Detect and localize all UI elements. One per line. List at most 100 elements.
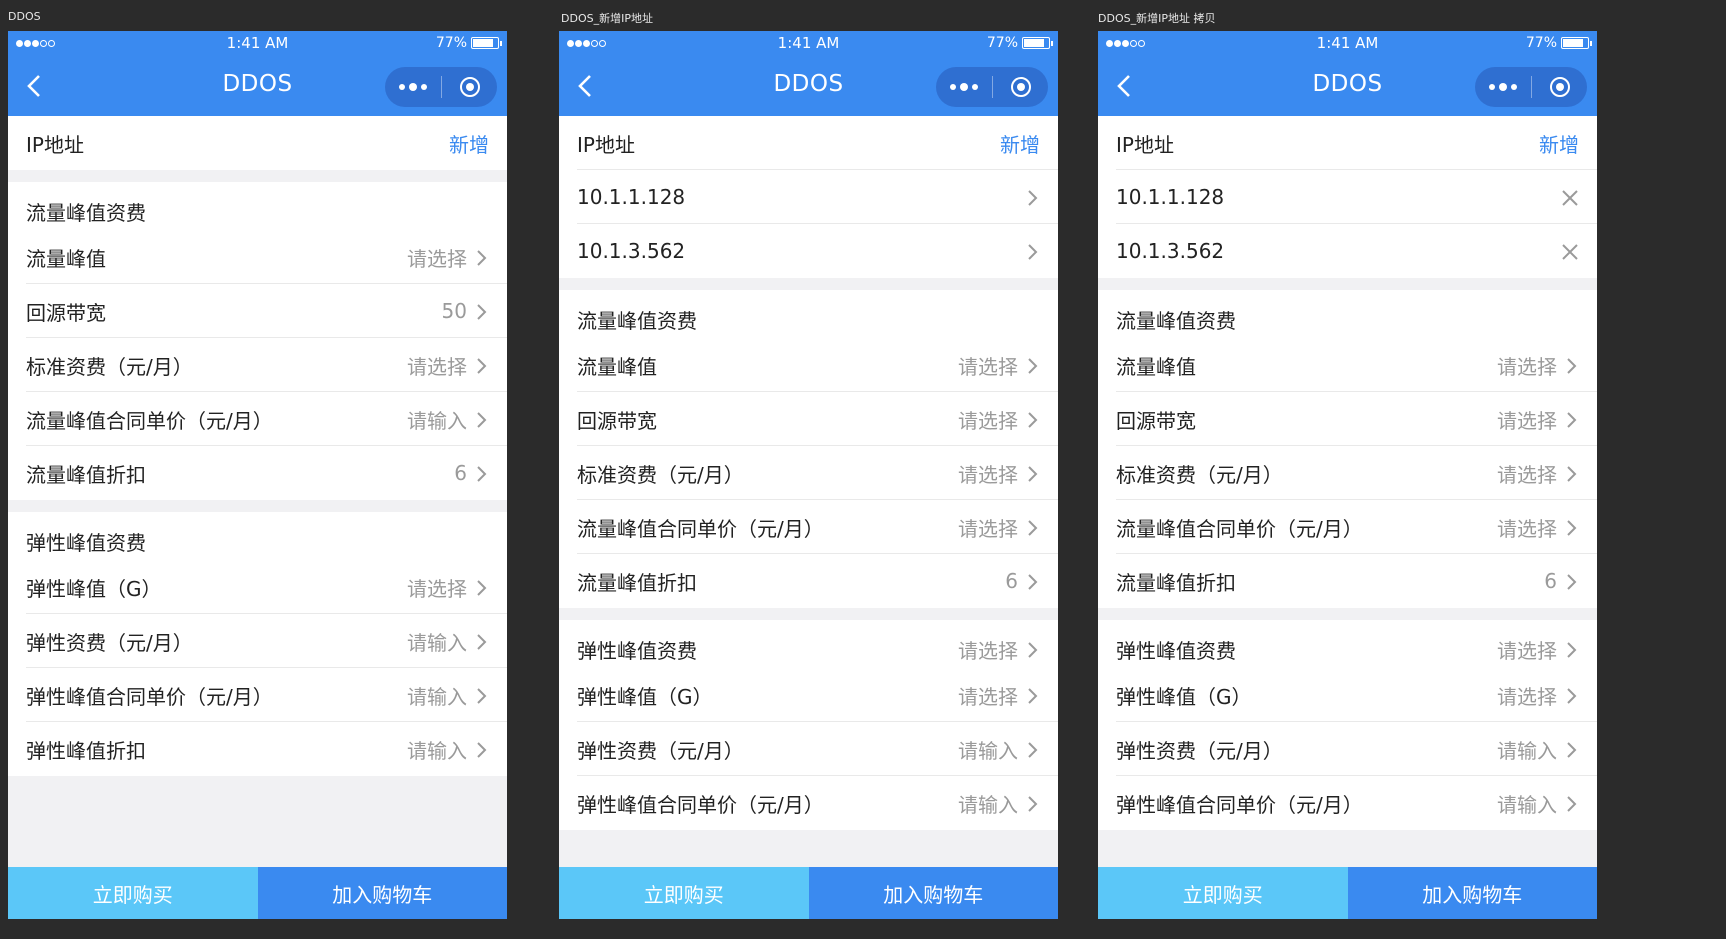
form-row[interactable]: 流量峰值 请选择 — [559, 338, 1058, 392]
battery-percent: 77% — [986, 35, 1018, 51]
status-bar: 1:41 AM 77% — [1098, 31, 1597, 55]
add-to-cart-button[interactable]: 加入购物车 — [808, 867, 1058, 919]
more-icon[interactable] — [1475, 67, 1531, 107]
back-arrow-icon[interactable] — [1114, 73, 1136, 99]
form-row[interactable]: 标准资费（元/月） 请选择 — [8, 338, 507, 392]
back-arrow-icon[interactable] — [575, 73, 597, 99]
ip-list-item[interactable]: 10.1.1.128 — [1098, 170, 1597, 224]
form-row[interactable]: 弹性资费（元/月） 请输入 — [1098, 722, 1597, 776]
phone-screen: 1:41 AM 77% DDOS — [1098, 31, 1597, 919]
app-header: 1:41 AM 77% DDOS — [559, 31, 1058, 116]
close-miniprogram-icon[interactable] — [1532, 67, 1587, 107]
form-row[interactable]: 流量峰值合同单价（元/月） 请输入 — [8, 392, 507, 446]
ip-section: IP地址 新增 10.1.1.128 10.1.3.562 — [1098, 116, 1597, 278]
form-row[interactable]: 流量峰值合同单价（元/月） 请选择 — [559, 500, 1058, 554]
close-icon[interactable] — [1561, 188, 1579, 206]
row-value-text: 请选择 — [407, 576, 467, 601]
form-row[interactable]: 弹性峰值折扣 请输入 — [8, 722, 507, 776]
form-row[interactable]: 标准资费（元/月） 请选择 — [559, 446, 1058, 500]
form-row[interactable]: 流量峰值折扣 6 — [1098, 554, 1597, 608]
form-row[interactable]: 流量峰值 请选择 — [8, 230, 507, 284]
form-content: IP地址 新增 流量峰值资费 流量峰值 请选择 回源带宽 50 标准资费（元/月… — [8, 116, 507, 867]
chevron-right-icon — [1026, 518, 1040, 536]
chevron-right-icon — [1565, 572, 1579, 590]
row-label: 流量峰值合同单价（元/月） — [1116, 516, 1363, 541]
row-value-text: 6 — [1005, 569, 1018, 593]
chevron-right-icon — [1565, 464, 1579, 482]
row-value-text: 50 — [441, 299, 467, 323]
form-row[interactable]: 弹性峰值（G） 请选择 — [8, 560, 507, 614]
form-row[interactable]: 弹性峰值（G） 请选择 — [559, 668, 1058, 722]
buy-now-button[interactable]: 立即购买 — [559, 867, 809, 919]
close-icon[interactable] — [1561, 242, 1579, 260]
row-value-text: 请输入 — [407, 738, 467, 763]
row-label: 流量峰值折扣 — [26, 462, 146, 487]
section-title: 弹性峰值资费 — [8, 512, 507, 560]
chevron-right-icon — [1565, 518, 1579, 536]
row-value-text: 请输入 — [958, 738, 1018, 763]
add-ip-link[interactable]: 新增 — [1000, 129, 1040, 158]
buy-now-button[interactable]: 立即购买 — [1098, 867, 1348, 919]
row-value: 请选择 — [1497, 405, 1579, 434]
form-row[interactable]: 弹性峰值（G） 请选择 — [1098, 668, 1597, 722]
signal-icon — [567, 39, 606, 47]
section-title[interactable]: 弹性峰值资费 请选择 — [559, 620, 1058, 668]
battery-percent: 77% — [1525, 35, 1557, 51]
form-row[interactable]: 流量峰值折扣 6 — [8, 446, 507, 500]
form-row[interactable]: 弹性资费（元/月） 请输入 — [559, 722, 1058, 776]
row-value-text: 6 — [454, 461, 467, 485]
form-row[interactable]: 弹性峰值合同单价（元/月） 请输入 — [1098, 776, 1597, 830]
ip-header-row: IP地址 新增 — [1098, 116, 1597, 170]
chevron-right-icon — [1026, 794, 1040, 812]
add-to-cart-button[interactable]: 加入购物车 — [1347, 867, 1597, 919]
ip-list-item[interactable]: 10.1.3.562 — [1098, 224, 1597, 278]
form-row[interactable]: 弹性峰值合同单价（元/月） 请输入 — [8, 668, 507, 722]
section-title: 流量峰值资费 — [1098, 290, 1597, 338]
back-arrow-icon[interactable] — [24, 73, 46, 99]
form-row[interactable]: 流量峰值折扣 6 — [559, 554, 1058, 608]
mini-program-capsule — [1475, 67, 1587, 107]
add-ip-link[interactable]: 新增 — [1539, 129, 1579, 158]
traffic-peak-section: 流量峰值资费 流量峰值 请选择 回源带宽 请选择 标准资费（元/月） 请选择 流… — [559, 290, 1058, 608]
row-value-text: 请选择 — [407, 246, 467, 271]
section-title-text: 弹性峰值资费 — [1116, 638, 1236, 663]
form-row[interactable]: 流量峰值 请选择 — [1098, 338, 1597, 392]
chevron-right-icon — [475, 464, 489, 482]
status-time: 1:41 AM — [777, 34, 840, 52]
form-row[interactable]: 回源带宽 请选择 — [1098, 392, 1597, 446]
add-ip-link[interactable]: 新增 — [449, 129, 489, 158]
more-icon[interactable] — [385, 67, 441, 107]
row-label: 弹性资费（元/月） — [26, 630, 193, 655]
chevron-right-icon — [1565, 410, 1579, 428]
close-miniprogram-icon[interactable] — [442, 67, 497, 107]
section-title[interactable]: 弹性峰值资费 请选择 — [1098, 620, 1597, 668]
battery-icon — [1022, 37, 1053, 49]
row-value: 50 — [442, 299, 489, 323]
form-row[interactable]: 回源带宽 50 — [8, 284, 507, 338]
battery-indicator: 77% — [436, 35, 502, 51]
ip-list-item[interactable]: 10.1.1.128 — [559, 170, 1058, 224]
row-value-text: 请选择 — [1497, 462, 1557, 487]
section-title-text: 流量峰值资费 — [26, 200, 146, 225]
form-row[interactable]: 弹性资费（元/月） 请输入 — [8, 614, 507, 668]
form-row[interactable]: 弹性峰值合同单价（元/月） 请输入 — [559, 776, 1058, 830]
form-row[interactable]: 标准资费（元/月） 请选择 — [1098, 446, 1597, 500]
ip-list-item[interactable]: 10.1.3.562 — [559, 224, 1058, 278]
add-to-cart-button[interactable]: 加入购物车 — [257, 867, 507, 919]
buy-now-button[interactable]: 立即购买 — [8, 867, 258, 919]
chevron-right-icon — [1026, 640, 1040, 658]
row-value-text: 请选择 — [1497, 354, 1557, 379]
row-value: 6 — [1005, 569, 1040, 593]
row-value-text: 请输入 — [958, 792, 1018, 817]
more-icon[interactable] — [936, 67, 992, 107]
row-value: 请选择 — [1497, 351, 1579, 380]
form-content: IP地址 新增 10.1.1.128 10.1.3.562 流量峰值资费 流量峰… — [559, 116, 1058, 867]
chevron-right-icon — [475, 410, 489, 428]
form-row[interactable]: 流量峰值合同单价（元/月） 请选择 — [1098, 500, 1597, 554]
close-miniprogram-icon[interactable] — [993, 67, 1048, 107]
artboard-label: DDOS_新增IP地址 拷贝 — [1098, 12, 1216, 25]
ip-address: 10.1.1.128 — [1116, 185, 1225, 209]
row-label: 标准资费（元/月） — [577, 462, 744, 487]
battery-indicator: 77% — [1525, 35, 1592, 51]
form-row[interactable]: 回源带宽 请选择 — [559, 392, 1058, 446]
